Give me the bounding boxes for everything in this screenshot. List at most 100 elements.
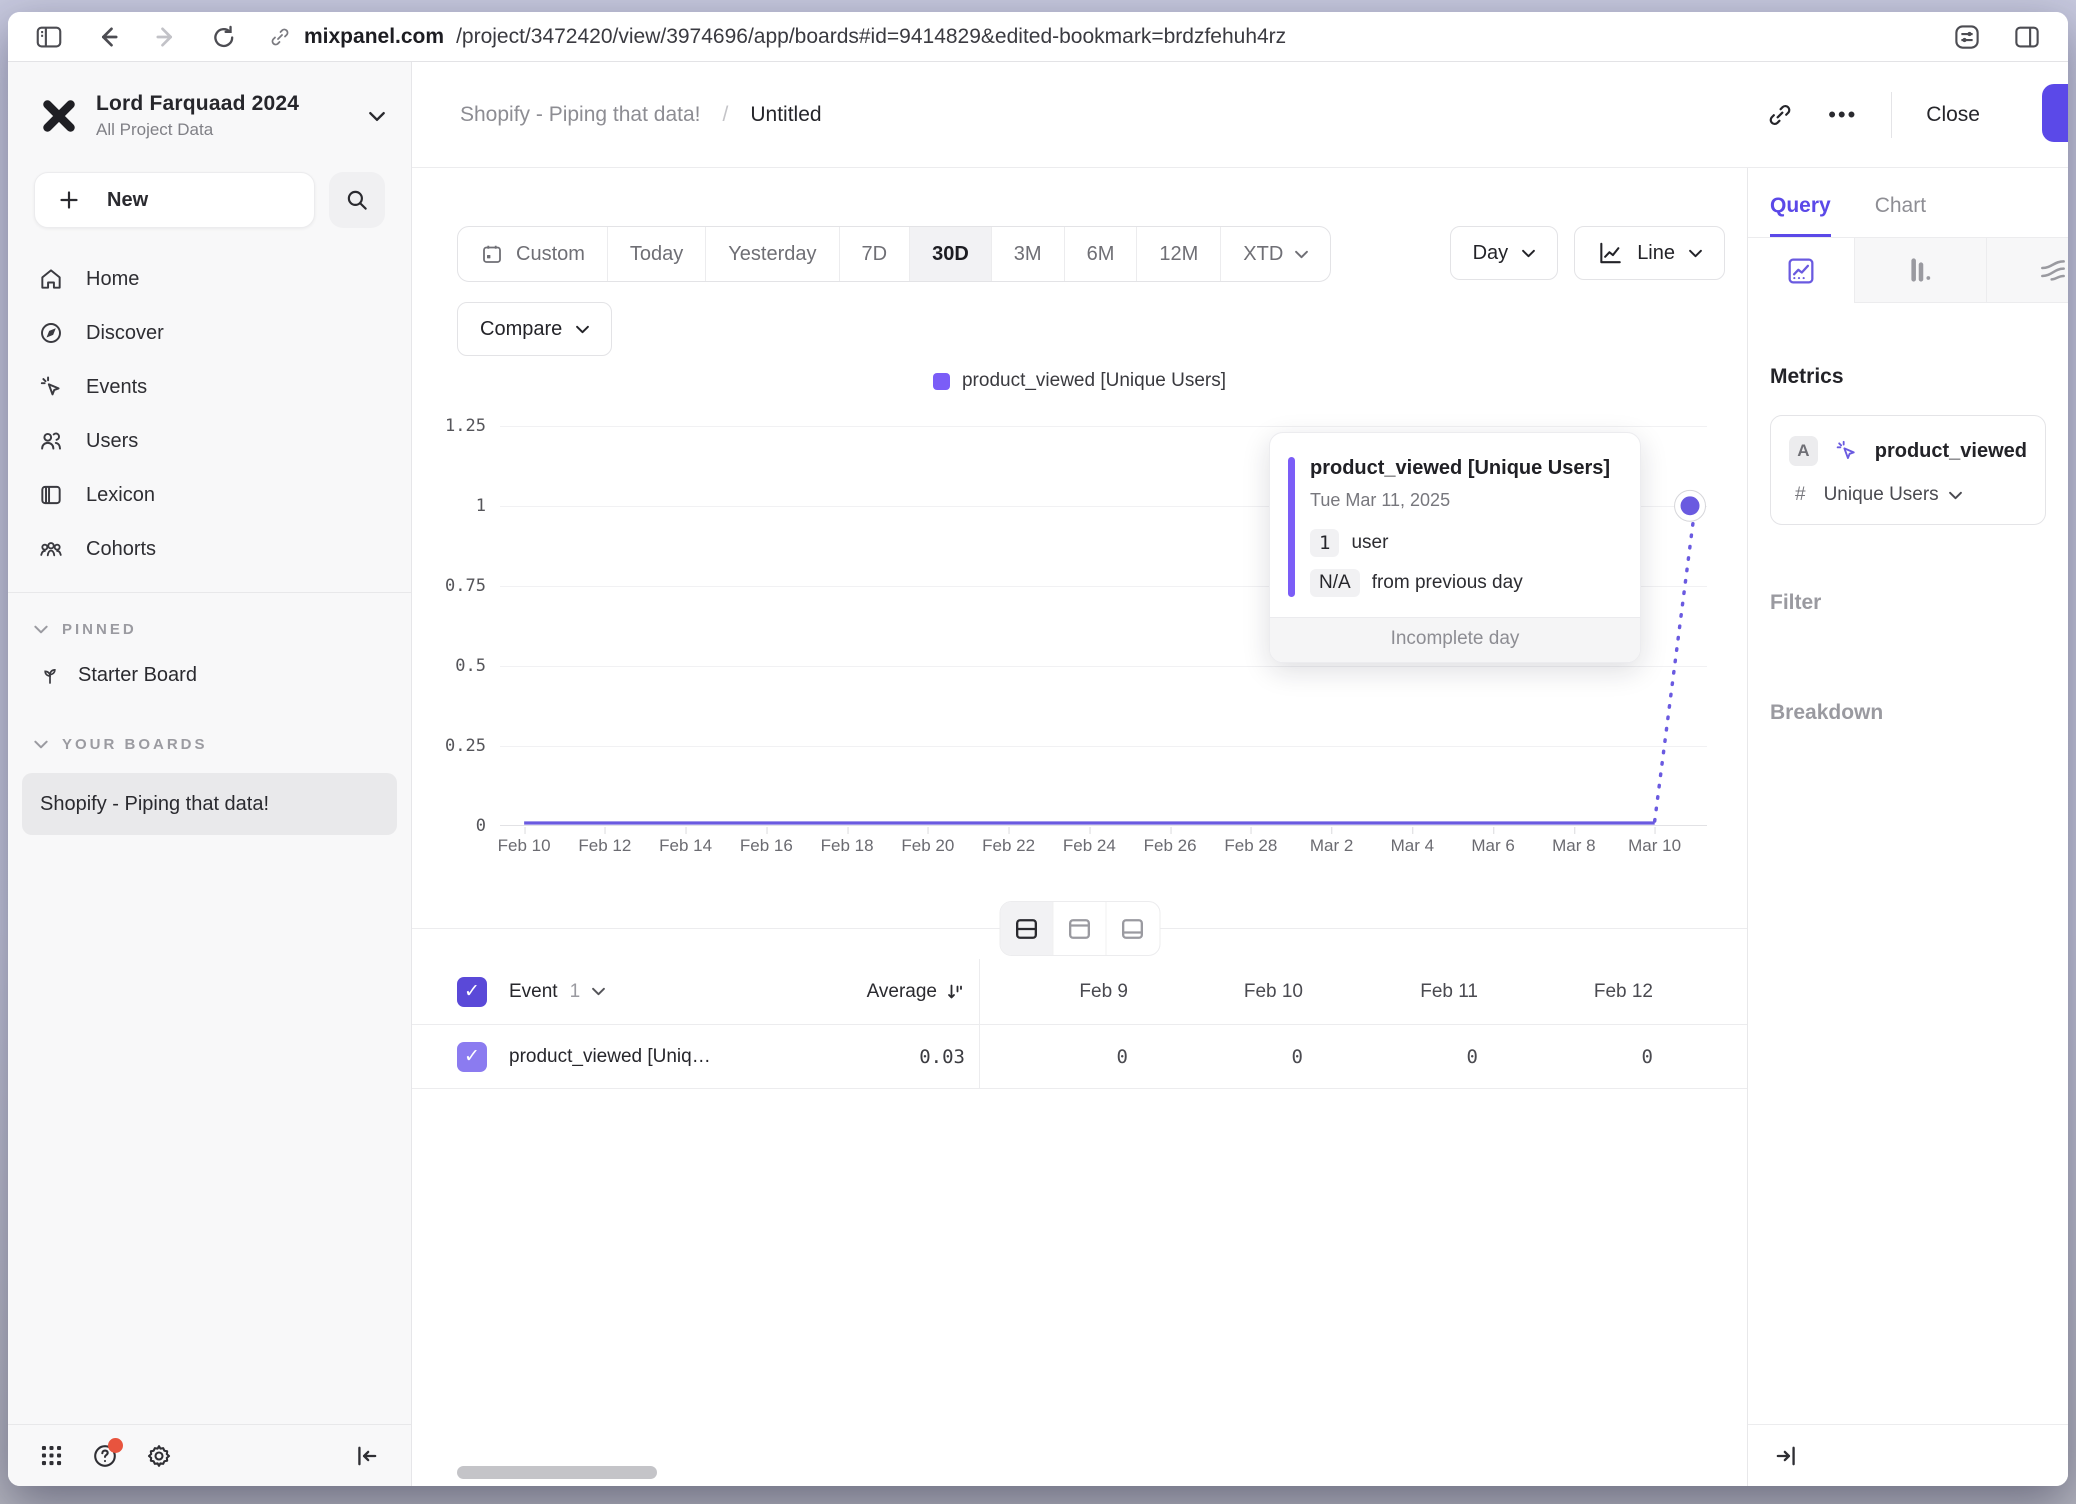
row-average: 0.03 — [919, 1046, 965, 1068]
browser-extensions-icon[interactable] — [1952, 22, 1982, 52]
nav-label: Discover — [86, 322, 164, 345]
forward-icon[interactable] — [152, 23, 180, 51]
event-column-label: Event — [509, 981, 558, 1003]
save-button-clipped[interactable] — [2042, 84, 2068, 142]
chart-legend[interactable]: product_viewed [Unique Users] — [434, 370, 1725, 392]
date-column-header: Feb 11 — [1329, 959, 1504, 1024]
layout-split-button[interactable] — [1000, 902, 1053, 955]
row-checkbox[interactable]: ✓ — [457, 1042, 487, 1072]
nav-label: Lexicon — [86, 484, 155, 507]
sidebar-item-events[interactable]: Events — [8, 360, 411, 414]
x-tick: Mar 2 — [1310, 836, 1353, 856]
range-30d[interactable]: 30D — [910, 227, 992, 281]
chevron-down-icon[interactable] — [592, 987, 605, 996]
breadcrumb: Shopify - Piping that data! / Untitled — [460, 103, 822, 127]
apps-grid-icon[interactable] — [38, 1442, 65, 1469]
date-column-header: Feb 10 — [1154, 959, 1329, 1024]
x-tick: Feb 26 — [1144, 836, 1197, 856]
range-custom[interactable]: Custom — [458, 227, 608, 281]
range-12m[interactable]: 12M — [1137, 227, 1221, 281]
breadcrumb-current[interactable]: Untitled — [750, 103, 821, 127]
sidebar-item-discover[interactable]: Discover — [8, 306, 411, 360]
address-bar[interactable]: mixpanel.com/project/3472420/view/397469… — [268, 25, 1286, 49]
insight-type-tabs — [1748, 237, 2068, 303]
insight-type-bar[interactable] — [1855, 238, 1987, 303]
your-boards-header-label: YOUR BOARDS — [62, 736, 208, 753]
horizontal-scrollbar[interactable] — [457, 1466, 657, 1479]
layout-chart-only-button[interactable] — [1053, 902, 1106, 955]
close-button[interactable]: Close — [1926, 103, 1980, 127]
x-tick: Feb 20 — [901, 836, 954, 856]
calendar-icon — [480, 242, 504, 266]
chart-tooltip: product_viewed [Unique Users] Tue Mar 11… — [1269, 432, 1641, 663]
help-button[interactable] — [91, 1442, 119, 1470]
new-button-label: New — [107, 189, 148, 212]
date-range-control: Custom Today Yesterday 7D 30D 3M 6M 12M … — [457, 226, 1331, 282]
range-xtd[interactable]: XTD — [1221, 227, 1330, 281]
divider — [1891, 92, 1892, 138]
new-button[interactable]: New — [34, 172, 315, 228]
sidebar-item-users[interactable]: Users — [8, 414, 411, 468]
your-boards-section-header[interactable]: YOUR BOARDS — [8, 718, 411, 763]
range-yesterday[interactable]: Yesterday — [706, 227, 839, 281]
x-tick: Feb 28 — [1224, 836, 1277, 856]
browser-sidebar-toggle-icon[interactable] — [34, 22, 64, 52]
tab-query[interactable]: Query — [1770, 194, 1831, 237]
range-today[interactable]: Today — [608, 227, 706, 281]
sprout-icon — [38, 663, 62, 687]
back-icon[interactable] — [94, 23, 122, 51]
breakdown-header: Breakdown — [1770, 701, 2046, 725]
more-menu-button[interactable]: ••• — [1828, 102, 1857, 128]
granularity-dropdown[interactable]: Day — [1450, 226, 1559, 280]
metric-card[interactable]: A product_viewed # Unique Users — [1770, 415, 2046, 525]
x-tick: Feb 16 — [740, 836, 793, 856]
tab-chart[interactable]: Chart — [1875, 194, 1926, 237]
pinned-header-label: PINNED — [62, 621, 137, 638]
home-icon — [38, 266, 64, 292]
search-button[interactable] — [329, 172, 385, 228]
sidebar-item-home[interactable]: Home — [8, 252, 411, 306]
metrics-header: Metrics — [1770, 365, 2046, 389]
project-name: Lord Farquaad 2024 — [96, 92, 353, 116]
collapse-sidebar-button[interactable] — [353, 1442, 381, 1470]
settings-button[interactable] — [145, 1442, 173, 1470]
browser-window: mixpanel.com/project/3472420/view/397469… — [8, 12, 2068, 1486]
range-6m[interactable]: 6M — [1065, 227, 1138, 281]
range-3m[interactable]: 3M — [992, 227, 1065, 281]
nav-label: Events — [86, 376, 147, 399]
line-chart-icon — [1597, 240, 1623, 266]
table-row[interactable]: ✓ product_viewed [Uniq… 0.03 0 0 0 0 — [412, 1025, 1747, 1089]
compass-icon — [38, 320, 64, 346]
collapse-panel-button[interactable] — [1772, 1442, 1800, 1470]
nav-label: Cohorts — [86, 538, 156, 561]
average-column-header[interactable]: Average — [767, 981, 979, 1003]
chevron-down-icon — [576, 325, 589, 334]
select-all-checkbox[interactable]: ✓ — [457, 977, 487, 1007]
range-7d[interactable]: 7D — [840, 227, 911, 281]
browser-toolbar: mixpanel.com/project/3472420/view/397469… — [8, 12, 2068, 62]
chart-style-dropdown[interactable]: Line — [1574, 226, 1725, 280]
breakdown-table-section: ✓ Event 1 Average Feb 9 — [412, 928, 1747, 1089]
y-tick: 0.75 — [434, 576, 486, 596]
sidebar-item-starter-board[interactable]: Starter Board — [8, 648, 411, 702]
aggregation-dropdown[interactable]: Unique Users — [1824, 484, 1962, 506]
data-table: ✓ Event 1 Average Feb 9 — [412, 959, 1747, 1089]
divider — [8, 592, 411, 593]
pinned-section-header[interactable]: PINNED — [8, 603, 411, 648]
tooltip-title: product_viewed [Unique Users] — [1310, 457, 1616, 480]
sidebar-item-cohorts[interactable]: Cohorts — [8, 522, 411, 576]
compare-dropdown[interactable]: Compare — [457, 302, 612, 356]
url-domain: mixpanel.com — [304, 25, 444, 49]
layout-table-only-button[interactable] — [1106, 902, 1159, 955]
sidebar-item-shopify-board[interactable]: Shopify - Piping that data! — [22, 773, 397, 835]
sidebar-item-lexicon[interactable]: Lexicon — [8, 468, 411, 522]
insight-type-flow[interactable] — [1987, 238, 2068, 303]
breadcrumb-board-link[interactable]: Shopify - Piping that data! — [460, 103, 701, 127]
reload-icon[interactable] — [210, 23, 238, 51]
insight-type-line[interactable] — [1748, 238, 1855, 303]
chevron-down-icon — [1949, 491, 1962, 500]
project-switcher[interactable]: Lord Farquaad 2024 All Project Data — [8, 62, 411, 148]
copy-link-button[interactable] — [1766, 101, 1794, 129]
collapse-right-icon — [1772, 1442, 1800, 1470]
browser-panel-toggle-icon[interactable] — [2012, 22, 2042, 52]
